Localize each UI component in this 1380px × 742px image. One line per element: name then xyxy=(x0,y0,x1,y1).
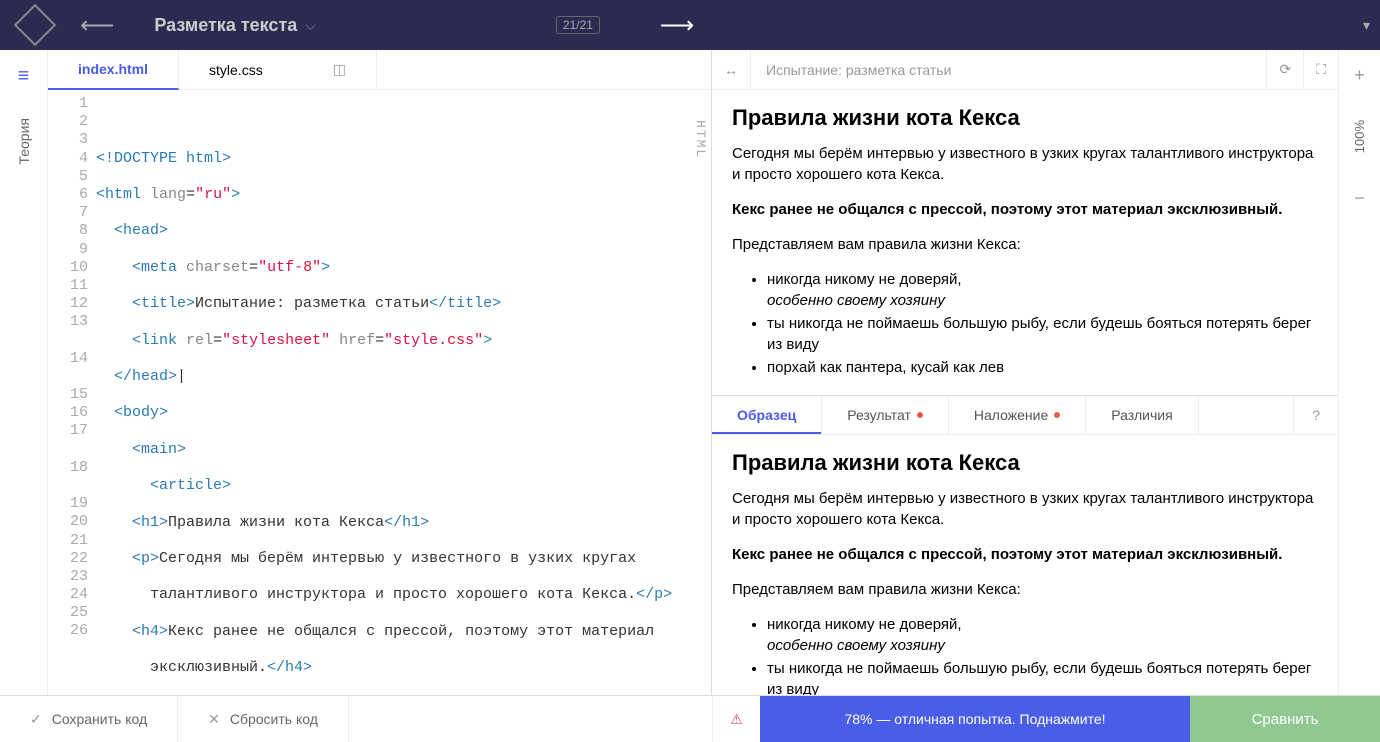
nav-next-button[interactable]: ⟶ xyxy=(660,11,694,40)
tab-style-css[interactable]: style.css◫ xyxy=(179,50,377,90)
file-tabs: index.html style.css◫ xyxy=(48,50,711,90)
close-icon: ✕ xyxy=(208,711,220,728)
theory-tab[interactable]: Теория xyxy=(16,118,32,165)
tab-result[interactable]: Результат xyxy=(822,396,949,434)
progress-status: 78% — отличная попытка. Поднажмите! xyxy=(760,696,1190,742)
list-item: никогда никому не доверяй,особенно своем… xyxy=(767,614,1318,656)
article-subhead: Кекс ранее не общался с прессой, поэтому… xyxy=(732,199,1318,220)
tab-sample[interactable]: Образец xyxy=(712,396,822,434)
sample-output: Правила жизни кота Кекса Сегодня мы берё… xyxy=(712,435,1338,695)
article-heading: Правила жизни кота Кекса xyxy=(732,105,1318,131)
compare-button[interactable]: Сравнить xyxy=(1190,696,1380,742)
tab-overlay[interactable]: Наложение xyxy=(949,396,1086,434)
menu-icon[interactable]: ≡ xyxy=(18,65,30,88)
preview-title: Испытание: разметка статьи xyxy=(751,62,1266,78)
list-item: ты никогда не поймаешь большую рыбу, есл… xyxy=(767,313,1318,355)
preview-pane: ↔ Испытание: разметка статьи ⟳ ⛶ Правила… xyxy=(712,50,1338,695)
zoom-in-button[interactable]: + xyxy=(1354,50,1365,100)
dot-icon xyxy=(917,412,923,418)
resize-icon[interactable]: ↔ xyxy=(712,50,751,90)
article-list: никогда никому не доверяй,особенно своем… xyxy=(732,614,1318,695)
split-icon[interactable]: ◫ xyxy=(333,61,346,78)
article-heading: Правила жизни кота Кекса xyxy=(732,450,1318,476)
chevron-down-icon[interactable]: ⌵ xyxy=(305,17,316,34)
reset-button[interactable]: ✕Сбросить код xyxy=(178,696,349,742)
zoom-sidebar: + 100% − xyxy=(1338,50,1380,695)
logo-icon xyxy=(14,4,56,46)
menu-caret-icon[interactable]: ▾ xyxy=(1363,17,1370,34)
tab-index-html[interactable]: index.html xyxy=(48,50,179,90)
article-subhead: Кекс ранее не общался с прессой, поэтому… xyxy=(732,544,1318,565)
warning-icon[interactable]: ⚠ xyxy=(712,696,760,742)
zoom-out-button[interactable]: − xyxy=(1354,173,1365,223)
dot-icon xyxy=(1054,412,1060,418)
top-bar: ⟵ Разметка текста ⌵ 21/21 ⟶ ▾ xyxy=(0,0,1380,50)
fullscreen-icon[interactable]: ⛶ xyxy=(1303,50,1338,90)
article-list: никогда никому не доверяй,особенно своем… xyxy=(732,269,1318,378)
preview-header: ↔ Испытание: разметка статьи ⟳ ⛶ xyxy=(712,50,1338,90)
tab-diff[interactable]: Различия xyxy=(1086,396,1198,434)
zoom-level: 100% xyxy=(1352,100,1367,173)
code-content[interactable]: <!DOCTYPE html> <html lang="ru"> <head> … xyxy=(96,90,711,695)
editor-pane: index.html style.css◫ HTML 1234567891011… xyxy=(48,50,712,695)
article-intro: Сегодня мы берём интервью у известного в… xyxy=(732,488,1318,530)
code-editor[interactable]: HTML 12345678910111213141516171819202122… xyxy=(48,90,711,695)
list-item: никогда никому не доверяй,особенно своем… xyxy=(767,269,1318,311)
tab-help[interactable]: ? xyxy=(1293,396,1338,434)
step-counter: 21/21 xyxy=(556,16,600,34)
result-tabs: Образец Результат Наложение Различия ? xyxy=(712,395,1338,435)
left-sidebar: ≡ Теория xyxy=(0,50,48,695)
list-item: ты никогда не поймаешь большую рыбу, есл… xyxy=(767,658,1318,695)
list-item: порхай как пантера, кусай как лев xyxy=(767,357,1318,378)
preview-output: Правила жизни кота Кекса Сегодня мы берё… xyxy=(712,90,1338,395)
save-button[interactable]: ✓Сохранить код xyxy=(0,696,178,742)
line-gutter: 1234567891011121314151617181920212223242… xyxy=(48,90,96,695)
article-lead: Представляем вам правила жизни Кекса: xyxy=(732,234,1318,255)
nav-prev-button[interactable]: ⟵ xyxy=(60,11,134,40)
article-lead: Представляем вам правила жизни Кекса: xyxy=(732,579,1318,600)
check-icon: ✓ xyxy=(30,711,42,728)
course-title: Разметка текста xyxy=(154,15,297,36)
status-spacer xyxy=(349,696,712,742)
bottom-bar: ✓Сохранить код ✕Сбросить код ⚠ 78% — отл… xyxy=(0,695,1380,742)
reload-icon[interactable]: ⟳ xyxy=(1266,50,1303,90)
article-intro: Сегодня мы берём интервью у известного в… xyxy=(732,143,1318,185)
